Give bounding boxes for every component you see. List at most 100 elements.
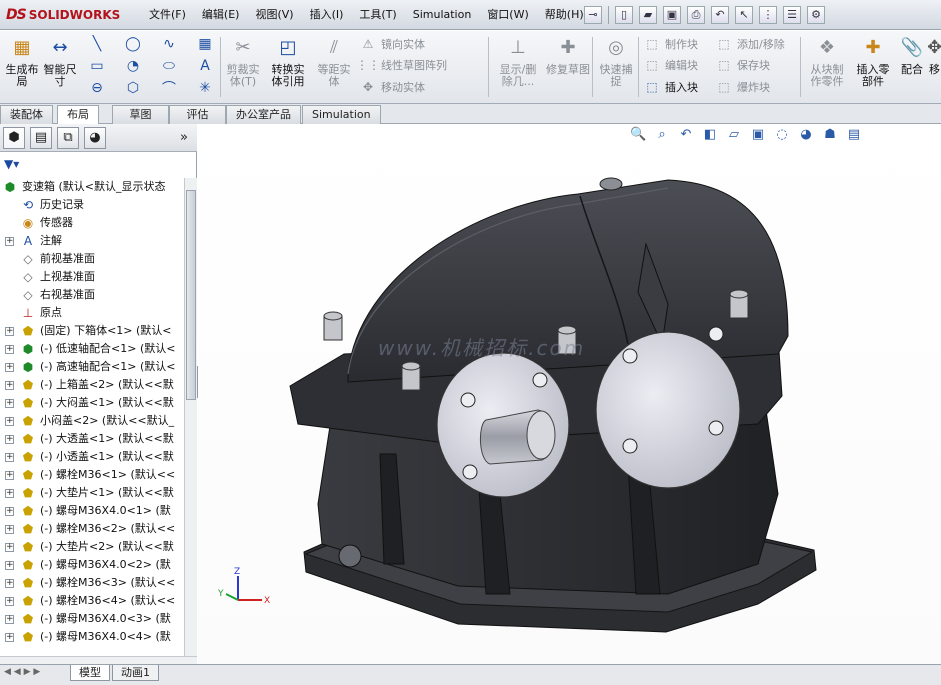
save-block-button[interactable]: ⬚ 保存块 <box>716 56 770 74</box>
grid-icon[interactable]: ▦ <box>196 35 214 53</box>
arc-icon[interactable]: ◔ <box>124 57 142 75</box>
tree-item[interactable]: ◇ 前视基准面 <box>0 250 184 268</box>
tree-item[interactable]: ◇ 右视基准面 <box>0 286 184 304</box>
menu-view[interactable]: 视图(V) <box>247 4 301 26</box>
fillet-icon[interactable]: ⌒ <box>160 79 178 97</box>
expand-toggle-icon[interactable]: + <box>5 327 14 336</box>
make-part-from-block-button[interactable]: ❖ 从块制作零件 <box>806 35 848 99</box>
tree-item[interactable]: + ⬟ (-) 螺栓M36<2> (默认<< <box>0 520 184 538</box>
select-cursor-icon[interactable]: ↖ <box>735 6 753 24</box>
tree-item[interactable]: ⊥ 原点 <box>0 304 184 322</box>
tree-item[interactable]: + ⬢ (-) 低速轴配合<1> (默认< <box>0 340 184 358</box>
make-block-button[interactable]: ⬚ 制作块 <box>644 35 698 53</box>
mirror-entities-button[interactable]: ⚠ 镜向实体 <box>360 35 425 53</box>
smart-dimension-button[interactable]: ↔ 智能尺寸 <box>40 35 80 99</box>
mate-button[interactable]: 📎 配合 <box>896 35 928 99</box>
tree-item[interactable]: + ⬟ (-) 螺母M36X4.0<4> (默 <box>0 628 184 646</box>
tab-animation[interactable]: 动画1 <box>112 665 159 681</box>
tree-item[interactable]: + ⬟ (-) 大垫片<2> (默认<<默 <box>0 538 184 556</box>
undo-icon[interactable]: ↶ <box>711 6 729 24</box>
insert-block-button[interactable]: ⬚ 插入块 <box>644 78 698 96</box>
expand-toggle-icon[interactable]: + <box>5 597 14 606</box>
line-icon[interactable]: ╲ <box>88 35 106 53</box>
tree-item[interactable]: + ⬟ (-) 小透盖<1> (默认<<默 <box>0 448 184 466</box>
linear-pattern-button[interactable]: ⋮⋮ 线性草图阵列 <box>356 56 447 74</box>
tree-item[interactable]: + ⬟ (-) 螺母M36X4.0<1> (默 <box>0 502 184 520</box>
explode-block-button[interactable]: ⬚ 爆炸块 <box>716 78 770 96</box>
expand-toggle-icon[interactable]: + <box>5 561 14 570</box>
convert-entities-button[interactable]: ◰ 转换实体引用 <box>268 35 308 99</box>
pin-icon[interactable]: ⊸ <box>584 6 602 24</box>
graphics-area[interactable]: 🔍 ⌕ ↶ ◧ ▱ ▣ ◌ ◕ ☗ ▤ Z X Y www.机械招标.com <box>198 124 941 664</box>
tab-layout[interactable]: 布局 <box>57 105 99 125</box>
tree-item[interactable]: + ⬟ (-) 螺母M36X4.0<2> (默 <box>0 556 184 574</box>
expand-toggle-icon[interactable]: + <box>5 579 14 588</box>
text-icon[interactable]: A <box>196 57 214 75</box>
expand-toggle-icon[interactable]: + <box>5 525 14 534</box>
tree-item[interactable]: + ⬢ (-) 高速轴配合<1> (默认< <box>0 358 184 376</box>
tree-item[interactable]: + ⬟ (-) 螺母M36X4.0<3> (默 <box>0 610 184 628</box>
expand-toggle-icon[interactable]: + <box>5 615 14 624</box>
tab-scroll-arrows-icon[interactable]: ◀ ◀ ▶ ▶ <box>4 667 40 677</box>
circle-icon[interactable]: ◯ <box>124 35 142 53</box>
move-entities-button[interactable]: ✥ 移动实体 <box>360 78 425 96</box>
generate-layout-button[interactable]: ▦ 生成布局 <box>2 35 42 99</box>
expand-toggle-icon[interactable]: + <box>5 453 14 462</box>
move-component-button[interactable]: ✥ 移 <box>928 35 941 99</box>
tree-item[interactable]: + ⬟ (-) 大闷盖<1> (默认<<默 <box>0 394 184 412</box>
expand-toggle-icon[interactable]: + <box>5 435 14 444</box>
expand-panel-icon[interactable]: » <box>180 130 188 145</box>
spline-icon[interactable]: ∿ <box>160 35 178 53</box>
filter-icon[interactable]: ▼▾ <box>4 157 34 173</box>
property-manager-tab-icon[interactable]: ▤ <box>30 127 52 149</box>
file-properties-icon[interactable]: ☰ <box>783 6 801 24</box>
edit-block-button[interactable]: ⬚ 编辑块 <box>644 56 698 74</box>
configuration-manager-tab-icon[interactable]: ⧉ <box>57 127 79 149</box>
expand-toggle-icon[interactable]: + <box>5 399 14 408</box>
tab-model[interactable]: 模型 <box>70 665 110 681</box>
tree-item[interactable]: + ⬟ (-) 螺栓M36<1> (默认<< <box>0 466 184 484</box>
tree-item[interactable]: + ⬟ (固定) 下箱体<1> (默认< <box>0 322 184 340</box>
slot-icon[interactable]: ⊖ <box>88 79 106 97</box>
solidworks-logo[interactable]: DS SOLIDWORKS <box>6 5 120 25</box>
options-icon[interactable]: ⚙ <box>807 6 825 24</box>
tree-vertical-scrollbar[interactable] <box>184 178 197 656</box>
save-icon[interactable]: ▣ <box>663 6 681 24</box>
expand-toggle-icon[interactable]: + <box>5 543 14 552</box>
gearbox-model[interactable]: Z X Y <box>198 124 941 664</box>
menu-edit[interactable]: 编辑(E) <box>194 4 248 26</box>
tree-item[interactable]: + ⬟ 小闷盖<2> (默认<<默认_ <box>0 412 184 430</box>
open-folder-icon[interactable]: ▰ <box>639 6 657 24</box>
tree-item[interactable]: ◉ 传感器 <box>0 214 184 232</box>
tree-item[interactable]: + ⬟ (-) 螺栓M36<3> (默认<< <box>0 574 184 592</box>
menu-tools[interactable]: 工具(T) <box>351 4 404 26</box>
quick-snap-button[interactable]: ◎ 快速捕捉 <box>596 35 636 99</box>
tree-item[interactable]: + ⬟ (-) 上箱盖<2> (默认<<默 <box>0 376 184 394</box>
tree-root-assembly[interactable]: ⬢ 变速箱 (默认<默认_显示状态 <box>0 178 184 196</box>
tree-item[interactable]: + ⬟ (-) 大透盖<1> (默认<<默 <box>0 430 184 448</box>
tab-evaluate[interactable]: 评估 <box>169 105 226 124</box>
expand-toggle-icon[interactable]: + <box>5 489 14 498</box>
expand-toggle-icon[interactable]: + <box>5 237 14 246</box>
expand-toggle-icon[interactable]: + <box>5 507 14 516</box>
tab-simulation[interactable]: Simulation <box>302 105 381 124</box>
menu-insert[interactable]: 插入(I) <box>302 4 352 26</box>
expand-toggle-icon[interactable]: + <box>5 417 14 426</box>
menu-simulation[interactable]: Simulation <box>405 4 480 26</box>
tab-office-products[interactable]: 办公室产品 <box>226 105 301 124</box>
expand-toggle-icon[interactable]: + <box>5 471 14 480</box>
tab-sketch[interactable]: 草图 <box>112 105 169 124</box>
insert-part-button[interactable]: ✚ 插入零部件 <box>852 35 894 99</box>
expand-toggle-icon[interactable]: + <box>5 381 14 390</box>
point-icon[interactable]: ✳ <box>196 79 214 97</box>
feature-manager-tab-icon[interactable]: ⬢ <box>3 127 25 149</box>
tree-item[interactable]: ⟲ 历史记录 <box>0 196 184 214</box>
show-delete-relations-button[interactable]: ⊥ 显示/删除几... <box>496 35 540 99</box>
tree-item[interactable]: + A 注解 <box>0 232 184 250</box>
menu-window[interactable]: 窗口(W) <box>479 4 536 26</box>
tree-item[interactable]: ◇ 上视基准面 <box>0 268 184 286</box>
tree-item[interactable]: + ⬟ (-) 螺栓M36<4> (默认<< <box>0 592 184 610</box>
tree-item[interactable]: + ⬟ (-) 大垫片<1> (默认<<默 <box>0 484 184 502</box>
trim-entities-button[interactable]: ✂ 剪裁实体(T) <box>223 35 263 99</box>
menu-file[interactable]: 文件(F) <box>141 4 194 26</box>
